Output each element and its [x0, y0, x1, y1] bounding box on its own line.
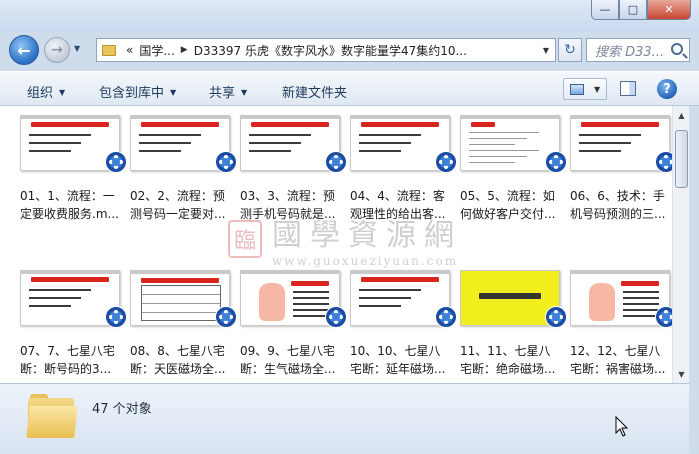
help-icon: ?	[663, 81, 671, 97]
item-count: 47 个对象	[92, 402, 152, 417]
file-list[interactable]: 臨 國學資源網 www.guoxueziyuan.com 01、1、流程：一 定要…	[0, 106, 672, 383]
file-name-line2: 断：断号码的3...	[20, 362, 112, 376]
organize-button[interactable]: 组织 ▼	[27, 82, 65, 101]
organize-label: 组织	[27, 86, 54, 101]
title-bar: — □ ✕	[0, 0, 699, 32]
file-name-line2: 机号码预测的三...	[570, 207, 666, 221]
folder-icon	[102, 44, 116, 56]
file-name-line1: 05、5、流程：如	[460, 189, 555, 203]
file-name-line2: 观理性的给出客...	[350, 207, 446, 221]
address-segment-guoxue[interactable]: 国学...	[139, 42, 174, 59]
file-name-line1: 09、9、七星八宅	[240, 344, 335, 358]
file-name-line1: 06、6、技术：手	[570, 189, 665, 203]
file-name[interactable]: 10、10、七星八 宅断：延年磁场...	[350, 342, 454, 378]
file-name-line2: 定要收费服务.m...	[20, 207, 119, 221]
file-name[interactable]: 04、4、流程：客 观理性的给出客...	[350, 187, 454, 223]
file-name-line1: 12、12、七星八	[570, 344, 661, 358]
include-in-library-label: 包含到库中	[99, 86, 165, 101]
video-file-icon	[545, 306, 567, 328]
minimize-button[interactable]: —	[591, 0, 619, 20]
file-name-line1: 01、1、流程：一	[20, 189, 115, 203]
file-name-line2: 何做好客户交付...	[460, 207, 556, 221]
file-name-line2: 断：生气磁场全...	[240, 362, 336, 376]
file-name-line2: 测号码一定要对...	[130, 207, 226, 221]
file-name-line2: 宅断：绝命磁场...	[460, 362, 556, 376]
file-name[interactable]: 06、6、技术：手 机号码预测的三...	[570, 187, 672, 223]
file-name-line1: 11、11、七星八	[460, 344, 551, 358]
video-file-icon	[215, 151, 237, 173]
refresh-icon: ↻	[564, 42, 576, 58]
back-button[interactable]: ←	[9, 35, 39, 65]
file-name-line1: 02、2、流程：预	[130, 189, 225, 203]
chevron-right-icon[interactable]: ▶	[181, 45, 188, 55]
file-name-line1: 08、8、七星八宅	[130, 344, 225, 358]
file-name[interactable]: 08、8、七星八宅 断：天医磁场全...	[130, 342, 234, 378]
address-segment-current[interactable]: D33397 乐虎《数字风水》数字能量学47集约10...	[194, 42, 467, 59]
forward-button[interactable]: →	[44, 37, 70, 63]
window-border	[689, 106, 699, 454]
video-file-icon	[215, 306, 237, 328]
file-name-line1: 04、4、流程：客	[350, 189, 445, 203]
chevron-down-icon: ▼	[241, 88, 248, 97]
close-button[interactable]: ✕	[647, 0, 691, 20]
chevron-down-icon[interactable]: ▼	[594, 85, 600, 94]
help-button[interactable]: ?	[657, 79, 677, 99]
share-label: 共享	[209, 86, 236, 101]
window-controls: — □ ✕	[591, 0, 691, 20]
file-name[interactable]: 02、2、流程：预 测号码一定要对...	[130, 187, 234, 223]
file-name-line1: 03、3、流程：预	[240, 189, 335, 203]
video-file-icon	[655, 306, 672, 328]
watermark-url: www.guoxueziyuan.com	[272, 254, 459, 268]
change-view-button[interactable]: ▼	[563, 78, 607, 100]
command-bar: 组织 ▼ 包含到库中 ▼ 共享 ▼ 新建文件夹 ▼ ?	[0, 71, 699, 106]
video-file-icon	[545, 151, 567, 173]
file-name-line2: 测手机号码就是...	[240, 207, 336, 221]
recent-pages-dropdown[interactable]: ▼	[74, 44, 80, 53]
chevron-down-icon: ▼	[170, 88, 177, 97]
file-name[interactable]: 12、12、七星八 宅断：祸害磁场...	[570, 342, 672, 378]
video-file-icon	[435, 306, 457, 328]
address-dropdown[interactable]: ▼	[543, 46, 549, 55]
search-icon[interactable]	[671, 43, 683, 55]
folder-icon	[26, 394, 78, 438]
scroll-thumb[interactable]	[675, 130, 688, 188]
details-pane: 47 个对象	[0, 383, 689, 454]
view-icon	[570, 83, 584, 95]
video-file-icon	[655, 151, 672, 173]
search-input[interactable]: 搜索 D33...	[586, 38, 690, 62]
refresh-button[interactable]: ↻	[558, 38, 582, 62]
file-name[interactable]: 09、9、七星八宅 断：生气磁场全...	[240, 342, 344, 378]
maximize-button[interactable]: □	[619, 0, 647, 20]
address-bar[interactable]: « 国学... ▶ D33397 乐虎《数字风水》数字能量学47集约10... …	[96, 38, 556, 62]
video-file-icon	[435, 151, 457, 173]
file-name-line1: 10、10、七星八	[350, 344, 441, 358]
file-name[interactable]: 01、1、流程：一 定要收费服务.m...	[20, 187, 124, 223]
video-file-icon	[105, 151, 127, 173]
navigation-bar: ← → ▼ « 国学... ▶ D33397 乐虎《数字风水》数字能量学47集约…	[0, 32, 699, 68]
new-folder-button[interactable]: 新建文件夹	[282, 82, 347, 101]
file-name-line2: 断：天医磁场全...	[130, 362, 226, 376]
video-file-icon	[105, 306, 127, 328]
watermark-seal: 臨	[228, 220, 262, 258]
file-name[interactable]: 11、11、七星八 宅断：绝命磁场...	[460, 342, 564, 378]
preview-pane-button[interactable]	[620, 81, 636, 96]
file-name[interactable]: 05、5、流程：如 何做好客户交付...	[460, 187, 564, 223]
scroll-down-icon[interactable]: ▼	[675, 367, 688, 381]
video-file-icon	[325, 151, 347, 173]
back-arrow-icon: ←	[17, 40, 31, 60]
file-name[interactable]: 03、3、流程：预 测手机号码就是...	[240, 187, 344, 223]
address-overflow[interactable]: «	[126, 43, 133, 57]
chevron-down-icon: ▼	[59, 88, 66, 97]
file-name-line1: 07、7、七星八宅	[20, 344, 115, 358]
forward-arrow-icon: →	[51, 42, 63, 58]
scroll-up-icon[interactable]: ▲	[675, 108, 688, 122]
file-name-line2: 宅断：延年磁场...	[350, 362, 446, 376]
file-name[interactable]: 07、7、七星八宅 断：断号码的3...	[20, 342, 124, 378]
search-placeholder: 搜索 D33...	[595, 44, 665, 60]
share-button[interactable]: 共享 ▼	[209, 82, 247, 101]
file-name-line2: 宅断：祸害磁场...	[570, 362, 666, 376]
include-in-library-button[interactable]: 包含到库中 ▼	[99, 82, 176, 101]
video-file-icon	[325, 306, 347, 328]
vertical-scrollbar[interactable]: ▲ ▼	[672, 106, 689, 383]
